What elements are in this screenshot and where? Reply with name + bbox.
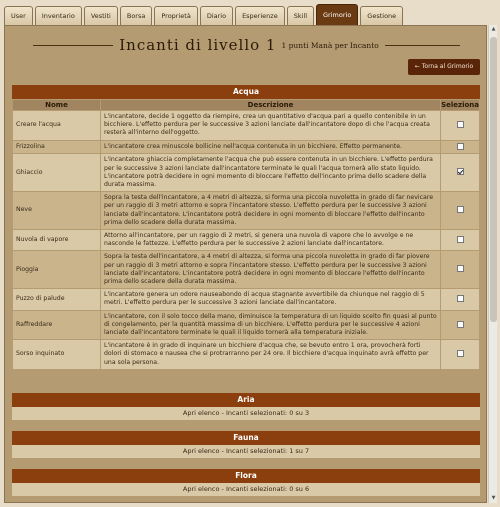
spell-select-checkbox[interactable]	[456, 320, 464, 328]
spell-select-cell	[440, 288, 480, 311]
spell-row: Frizzolina L'incantatore crea minuscole b…	[12, 139, 480, 155]
column-header-select: Seleziona	[440, 99, 480, 111]
spell-name: Nuvola di vapore	[12, 228, 101, 252]
spell-row: Ghiaccio L'incantatore ghiaccia completam…	[12, 153, 480, 193]
spell-description: L'incantatore, decide 1 oggetto da riemp…	[99, 110, 442, 141]
tab-proprieta[interactable]: Proprietà	[154, 6, 198, 25]
page-subtitle: 1 punti Manà per Incanto	[281, 40, 379, 50]
spell-select-checkbox[interactable]	[456, 120, 464, 128]
spell-select-checkbox[interactable]	[456, 265, 464, 273]
spell-select-cell	[440, 191, 480, 230]
spell-select-checkbox[interactable]	[456, 142, 464, 150]
spell-select-checkbox[interactable]	[456, 350, 464, 358]
spell-name: Sorso inquinato	[12, 339, 101, 370]
section-aria: Aria Apri elenco - Incanti selezionati: …	[12, 393, 480, 420]
spell-select-cell	[440, 228, 480, 252]
spell-row: Creare l'acqua L'incantatore, decide 1 og…	[12, 110, 480, 141]
column-header-description: Descrizione	[99, 99, 442, 111]
section-acqua: Acqua Nome Descrizione Seleziona Creare …	[12, 85, 480, 370]
spell-name: Ghiaccio	[12, 153, 101, 193]
spell-row: Raffreddare L'incantatore, con il solo to…	[12, 309, 480, 341]
tab-vestiti[interactable]: Vestiti	[83, 6, 118, 25]
spell-row: Puzzo di palude L'incantatore genera un o…	[12, 288, 480, 311]
spell-description: Sopra la testa dell'incantatore, a 4 met…	[99, 191, 442, 230]
spell-name: Frizzolina	[12, 139, 101, 155]
title-divider-left	[33, 44, 114, 46]
spell-select-checkbox[interactable]	[456, 168, 464, 176]
spell-name: Pioggia	[12, 250, 101, 290]
page-title: Incanti di livello 1	[119, 36, 277, 54]
tab-gestione[interactable]: Gestione	[360, 6, 404, 25]
page-header: Incanti di livello 1 1 punti Manà per In…	[5, 34, 486, 56]
spell-select-cell	[440, 139, 480, 155]
section-flora: Flora Apri elenco - Incanti selezionati:…	[12, 469, 480, 496]
tab-skill[interactable]: Skill	[286, 6, 315, 25]
tab-borsa[interactable]: Borsa	[119, 6, 153, 25]
spell-description: L'incantatore è in grado di inquinare un…	[99, 339, 442, 370]
spell-select-checkbox[interactable]	[456, 235, 464, 243]
spell-row: Pioggia Sopra la testa dell'incantatore, …	[12, 250, 480, 290]
scroll-up-arrow-icon[interactable]: ▲	[489, 25, 498, 34]
spell-select-cell	[440, 309, 480, 341]
content-panel: Incanti di livello 1 1 punti Manà per In…	[4, 25, 487, 503]
open-list-flora[interactable]: Apri elenco - Incanti selezionati: 0 su …	[12, 483, 480, 496]
section-fauna: Fauna Apri elenco - Incanti selezionati:…	[12, 431, 480, 458]
back-to-grimoire-button[interactable]: ← Torna al Grimorio	[408, 59, 480, 75]
tab-bar: User Inventario Vestiti Borsa Proprietà …	[4, 4, 488, 25]
spell-name: Puzzo di palude	[12, 288, 101, 311]
spell-select-checkbox[interactable]	[456, 206, 464, 214]
title-divider-right	[384, 44, 460, 46]
spell-select-cell	[440, 110, 480, 141]
spell-row: Sorso inquinato L'incantatore è in grado …	[12, 339, 480, 370]
spell-name: Neve	[12, 191, 101, 230]
spell-row: Nuvola di vapore Attorno all'incantatore,…	[12, 228, 480, 252]
tab-grimorio[interactable]: Grimorio	[316, 4, 359, 25]
spell-description: L'incantatore crea minuscole bollicine n…	[99, 139, 442, 155]
section-header-acqua[interactable]: Acqua	[12, 85, 480, 99]
scrollbar-thumb[interactable]	[490, 37, 497, 322]
spell-row: Neve Sopra la testa dell'incantatore, a 4…	[12, 191, 480, 230]
spell-select-cell	[440, 250, 480, 290]
spell-name: Raffreddare	[12, 309, 101, 341]
spells-table-acqua: Nome Descrizione Seleziona Creare l'acqu…	[12, 99, 480, 370]
tab-esperienze[interactable]: Esperienze	[235, 6, 285, 25]
spell-description: Sopra la testa dell'incantatore, a 4 met…	[99, 250, 442, 290]
spell-select-cell	[440, 153, 480, 193]
spell-select-cell	[440, 339, 480, 370]
spell-description: Attorno all'incantatore, per un raggio d…	[99, 228, 442, 252]
section-header-aria[interactable]: Aria	[12, 393, 480, 407]
tab-diario[interactable]: Diario	[199, 6, 234, 25]
open-list-aria[interactable]: Apri elenco - Incanti selezionati: 0 su …	[12, 407, 480, 420]
spell-name: Creare l'acqua	[12, 110, 101, 141]
spell-select-checkbox[interactable]	[456, 295, 464, 302]
spell-description: L'incantatore genera un odore nauseabond…	[99, 288, 442, 311]
spell-description: L'incantatore, con il solo tocco della m…	[99, 309, 442, 341]
scroll-down-arrow-icon[interactable]: ▼	[489, 494, 498, 503]
tab-inventario[interactable]: Inventario	[34, 6, 82, 25]
open-list-fauna[interactable]: Apri elenco - Incanti selezionati: 1 su …	[12, 445, 480, 458]
column-header-name: Nome	[12, 99, 101, 111]
spells-table-body: Creare l'acqua L'incantatore, decide 1 og…	[12, 110, 480, 370]
section-header-fauna[interactable]: Fauna	[12, 431, 480, 445]
spell-description: L'incantatore ghiaccia completamente l'a…	[99, 153, 442, 193]
section-header-flora[interactable]: Flora	[12, 469, 480, 483]
tab-user[interactable]: User	[4, 6, 33, 25]
vertical-scrollbar[interactable]: ▲ ▼	[488, 25, 497, 503]
